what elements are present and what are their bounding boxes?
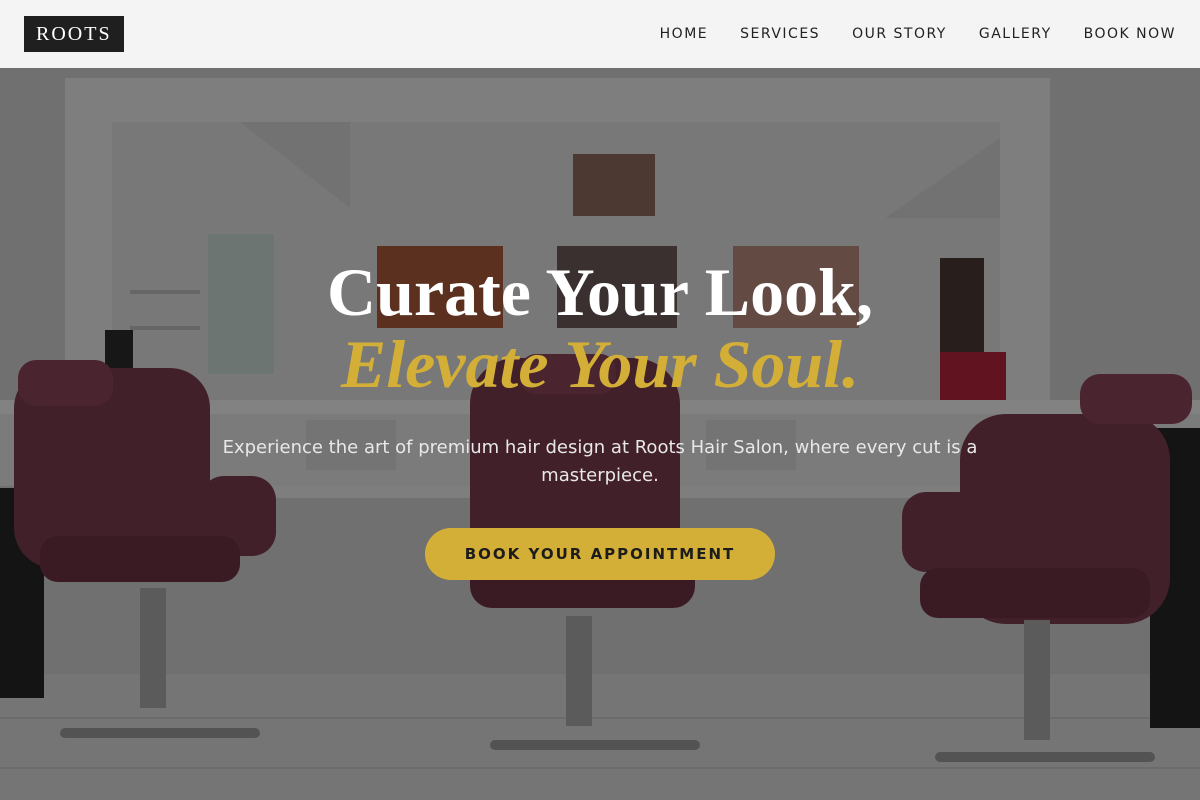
hero-title-line-1: Curate Your Look, xyxy=(327,254,873,330)
hero-subtitle: Experience the art of premium hair desig… xyxy=(222,437,978,486)
site-header: ROOTS HOME SERVICES OUR STORY GALLERY BO… xyxy=(0,0,1200,68)
hero-section: Curate Your Look, Elevate Your Soul. Exp… xyxy=(0,68,1200,800)
hero-title-line-2: Elevate Your Soul. xyxy=(340,326,860,402)
nav-book-now-link[interactable]: BOOK NOW xyxy=(1084,26,1176,42)
nav-home-link[interactable]: HOME xyxy=(660,26,708,42)
nav-services-link[interactable]: SERVICES xyxy=(740,26,820,42)
site-logo[interactable]: ROOTS xyxy=(24,16,124,52)
nav-our-story-link[interactable]: OUR STORY xyxy=(852,26,947,42)
hero-title: Curate Your Look, Elevate Your Soul. xyxy=(0,256,1200,400)
hero-content: Curate Your Look, Elevate Your Soul. Exp… xyxy=(0,256,1200,580)
nav-gallery-link[interactable]: GALLERY xyxy=(979,26,1052,42)
main-nav: HOME SERVICES OUR STORY GALLERY BOOK NOW xyxy=(628,26,1176,42)
book-appointment-button[interactable]: BOOK YOUR APPOINTMENT xyxy=(424,528,776,580)
